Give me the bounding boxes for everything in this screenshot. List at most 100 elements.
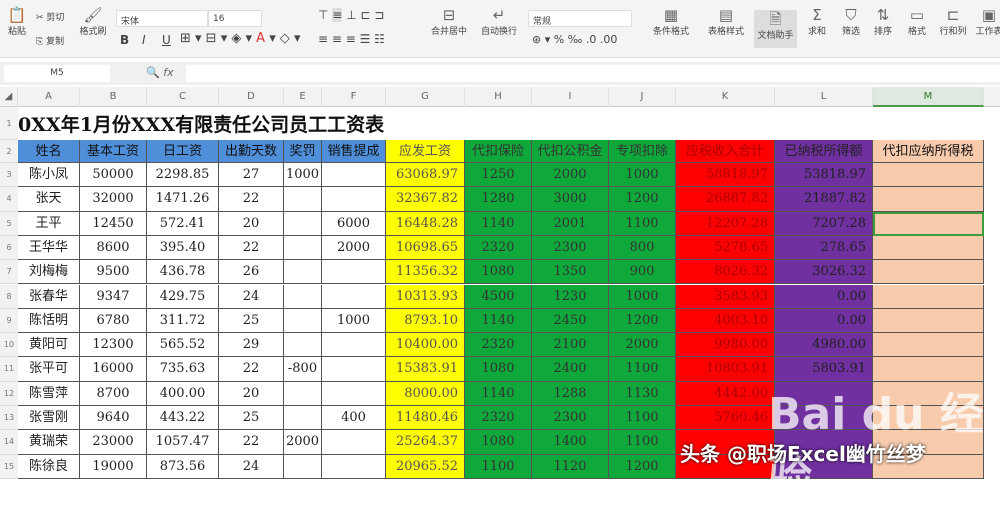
cell-F12[interactable] xyxy=(322,381,386,406)
column-header-K[interactable]: K xyxy=(676,87,775,107)
cell-M5[interactable] xyxy=(873,211,984,236)
cell-I13[interactable]: 2300 xyxy=(532,406,609,431)
cell-C5[interactable]: 572.41 xyxy=(147,211,219,236)
cell-B6[interactable]: 8600 xyxy=(80,235,147,261)
row-header[interactable]: 7 xyxy=(0,260,18,285)
cell-L7[interactable]: 3026.32 xyxy=(775,260,873,285)
cell-J13[interactable]: 1100 xyxy=(609,406,676,431)
cell-C8[interactable]: 429.75 xyxy=(147,284,219,309)
cell-I12[interactable]: 1288 xyxy=(532,381,609,406)
cell-K6[interactable]: 5278.65 xyxy=(676,235,775,261)
cell-H11[interactable]: 1080 xyxy=(465,357,532,382)
cell-D12[interactable]: 20 xyxy=(219,381,284,406)
cell-H14[interactable]: 1080 xyxy=(465,430,532,455)
format-painter-button[interactable]: 🖌 格式刷 xyxy=(76,6,110,37)
cell-D10[interactable]: 29 xyxy=(219,333,284,358)
cell-L6[interactable]: 278.65 xyxy=(775,235,873,261)
column-header-G[interactable]: G xyxy=(386,87,465,107)
cell-E14[interactable]: 2000 xyxy=(284,430,322,455)
underline-button[interactable]: U xyxy=(162,33,171,47)
currency-icon[interactable]: ⊛ ▾ % ‰ .0 .00 xyxy=(532,33,617,46)
cell-B13[interactable]: 9640 xyxy=(80,406,147,431)
cell-B8[interactable]: 9347 xyxy=(80,284,147,309)
font-size-select[interactable]: 16 xyxy=(208,10,262,27)
cell-J11[interactable]: 1100 xyxy=(609,357,676,382)
cell-G14[interactable]: 25264.37 xyxy=(386,430,465,455)
cell-H9[interactable]: 1140 xyxy=(465,308,532,334)
cell-J9[interactable]: 1200 xyxy=(609,308,676,334)
cell-K12[interactable]: 4442.00 xyxy=(676,381,775,406)
cell-M8[interactable] xyxy=(873,284,984,309)
cell-A6[interactable]: 王华华 xyxy=(18,235,80,261)
cell-E6[interactable] xyxy=(284,235,322,261)
cell-M9[interactable] xyxy=(873,308,984,334)
cell-C11[interactable]: 735.63 xyxy=(147,357,219,382)
cell-H3[interactable]: 1250 xyxy=(465,163,532,188)
cell-L4[interactable]: 21887.82 xyxy=(775,187,873,212)
cut-button[interactable]: ✂ 剪切 xyxy=(36,10,64,23)
cell-I15[interactable]: 1120 xyxy=(532,454,609,479)
cell-E3[interactable]: 1000 xyxy=(284,163,322,188)
doc-assistant-button[interactable]: 🗎 文档助手 xyxy=(754,10,797,48)
cell-A4[interactable]: 张天 xyxy=(18,187,80,212)
cell-K13[interactable]: 5760.46 xyxy=(676,406,775,431)
number-format-select[interactable]: 常规 xyxy=(528,10,632,27)
border-icon[interactable]: ⊞ ▾ ⊟ ▾ ◈ ▾ A ▾ ◇ ▾ xyxy=(180,31,301,46)
cell-F7[interactable] xyxy=(322,260,386,285)
cell-G5[interactable]: 16448.28 xyxy=(386,211,465,236)
column-title[interactable]: 应发工资 xyxy=(386,140,465,163)
cell-E7[interactable] xyxy=(284,260,322,285)
column-header-H[interactable]: H xyxy=(465,87,532,107)
column-title[interactable]: 销售提成 xyxy=(322,140,386,163)
cell-H13[interactable]: 2320 xyxy=(465,406,532,431)
cell-M3[interactable] xyxy=(873,163,984,188)
row-header[interactable]: 9 xyxy=(0,308,18,334)
cell-I8[interactable]: 1230 xyxy=(532,284,609,309)
cell-K8[interactable]: 3583.93 xyxy=(676,284,775,309)
column-header-M[interactable]: M xyxy=(873,87,984,107)
format-button[interactable]: ▭ 格式 xyxy=(902,6,932,37)
row-header[interactable]: 14 xyxy=(0,430,18,455)
cell-J10[interactable]: 2000 xyxy=(609,333,676,358)
column-title[interactable]: 专项扣除 xyxy=(609,140,676,163)
row-header[interactable]: 13 xyxy=(0,406,18,431)
cell-J7[interactable]: 900 xyxy=(609,260,676,285)
formula-input[interactable] xyxy=(186,65,1000,82)
cell-C14[interactable]: 1057.47 xyxy=(147,430,219,455)
cell-A3[interactable]: 陈小凤 xyxy=(18,163,80,188)
row-header[interactable]: 1 xyxy=(0,107,18,140)
font-name-select[interactable]: 宋体 xyxy=(116,10,208,27)
cell-D14[interactable]: 22 xyxy=(219,430,284,455)
column-title[interactable]: 应税收入合计 xyxy=(676,140,775,163)
cell-D11[interactable]: 22 xyxy=(219,357,284,382)
cell-C7[interactable]: 436.78 xyxy=(147,260,219,285)
sum-button[interactable]: Σ 求和 xyxy=(802,6,832,37)
cell-I14[interactable]: 1400 xyxy=(532,430,609,455)
cell-M4[interactable] xyxy=(873,187,984,212)
cell-D9[interactable]: 25 xyxy=(219,308,284,334)
cell-D8[interactable]: 24 xyxy=(219,284,284,309)
fx-icon[interactable]: 🔍 fx xyxy=(146,66,174,79)
filter-button[interactable]: ⛉ 筛选 xyxy=(836,6,866,37)
cell-M6[interactable] xyxy=(873,235,984,261)
cell-G7[interactable]: 11356.32 xyxy=(386,260,465,285)
cell-D5[interactable]: 20 xyxy=(219,211,284,236)
column-title[interactable]: 代扣公积金 xyxy=(532,140,609,163)
cell-B5[interactable]: 12450 xyxy=(80,211,147,236)
column-title[interactable]: 代扣应纳所得税 xyxy=(873,140,984,163)
cell-E12[interactable] xyxy=(284,381,322,406)
cell-I10[interactable]: 2100 xyxy=(532,333,609,358)
cell-I9[interactable]: 2450 xyxy=(532,308,609,334)
cell-B11[interactable]: 16000 xyxy=(80,357,147,382)
cell-E11[interactable]: -800 xyxy=(284,357,322,382)
cell-G12[interactable]: 8000.00 xyxy=(386,381,465,406)
column-title[interactable]: 姓名 xyxy=(18,140,80,163)
copy-button[interactable]: ⎘ 复制 xyxy=(36,34,64,47)
cell-I3[interactable]: 2000 xyxy=(532,163,609,188)
cell-A9[interactable]: 陈恬明 xyxy=(18,308,80,334)
cell-J3[interactable]: 1000 xyxy=(609,163,676,188)
cell-F5[interactable]: 6000 xyxy=(322,211,386,236)
cell-G9[interactable]: 8793.10 xyxy=(386,308,465,334)
cell-H10[interactable]: 2320 xyxy=(465,333,532,358)
worksheet-button[interactable]: ▣ 工作表 xyxy=(974,6,1000,37)
